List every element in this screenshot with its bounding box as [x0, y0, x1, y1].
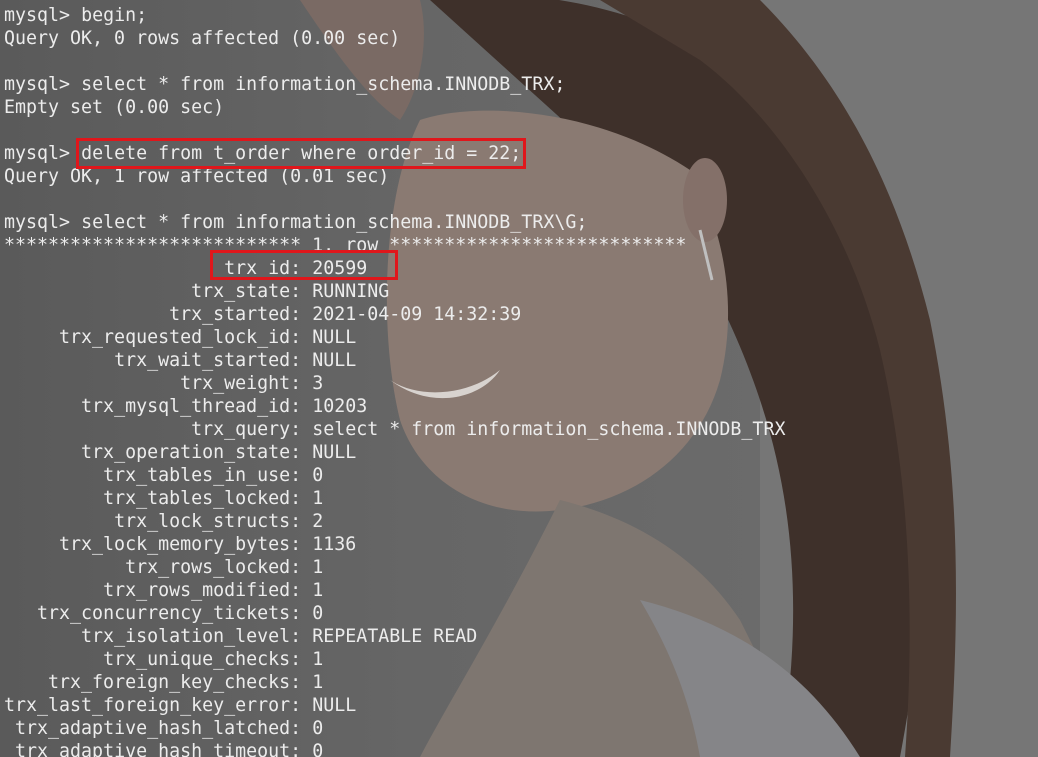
field-value: 1	[312, 649, 324, 670]
command-line: mysql> select * from information_schema.…	[4, 73, 785, 96]
field-key: trx_tables_in_use	[103, 465, 291, 486]
field-value: 3	[312, 373, 324, 394]
row-field: trx_state: RUNNING	[191, 281, 390, 302]
output-line: Query OK, 0 rows affected (0.00 sec)	[4, 28, 401, 49]
field-value: 0	[312, 465, 324, 486]
field-value: REPEATABLE READ	[312, 626, 478, 647]
field-key: trx_rows_modified	[103, 580, 291, 601]
field-value: NULL	[312, 442, 357, 463]
highlighted-command: delete from t_order where order_id = 22;	[76, 138, 527, 169]
terminal-window[interactable]: mysql> begin; Query OK, 0 rows affected (…	[0, 0, 1038, 757]
field-key: trx_wait_started	[114, 350, 291, 371]
row-field: trx_tables_in_use: 0	[103, 465, 324, 486]
command-line: mysql> begin;	[4, 4, 785, 27]
row-field: trx_isolation_level: REPEATABLE READ	[81, 626, 478, 647]
field-value: 1	[312, 557, 324, 578]
field-value: 1	[312, 488, 324, 509]
field-key: trx_query	[191, 419, 291, 440]
field-key: trx_started	[169, 304, 291, 325]
field-key: trx_last_foreign_key_error	[4, 695, 291, 716]
field-value: 0	[312, 718, 324, 739]
output-line: Empty set (0.00 sec)	[4, 97, 225, 118]
field-key: trx_tables_locked	[103, 488, 291, 509]
field-key: trx_adaptive_hash_latched	[15, 718, 291, 739]
field-key: trx_operation_state	[81, 442, 291, 463]
field-value: 1	[312, 580, 324, 601]
field-value: RUNNING	[312, 281, 390, 302]
row-field: trx_weight: 3	[180, 373, 324, 394]
row-field: trx_rows_locked: 1	[125, 557, 324, 578]
field-value: 2021-04-09 14:32:39	[312, 304, 522, 325]
row-field: trx_adaptive_hash_timeout: 0	[4, 740, 785, 757]
row-field: trx_foreign_key_checks: 1	[48, 672, 324, 693]
row-field: trx_rows_modified: 1	[103, 580, 324, 601]
field-value: select * from information_schema.INNODB_…	[312, 419, 786, 440]
field-value: 1	[312, 672, 324, 693]
field-value: 0	[312, 603, 324, 624]
row-field: trx_started: 2021-04-09 14:32:39	[169, 304, 522, 325]
field-key: trx_requested_lock_id	[59, 327, 291, 348]
output-line: Query OK, 1 row affected (0.01 sec)	[4, 166, 390, 187]
row-field: trx_last_foreign_key_error: NULL	[4, 695, 357, 716]
row-field: trx_adaptive_hash_latched: 0	[15, 718, 324, 739]
mysql-prompt: mysql>	[4, 212, 71, 233]
field-key: trx_foreign_key_checks	[48, 672, 291, 693]
command-text: select * from information_schema.INNODB_…	[81, 74, 566, 95]
field-key: trx_state	[191, 281, 291, 302]
field-value: 0	[312, 741, 324, 757]
terminal-output: mysql> begin; Query OK, 0 rows affected (…	[4, 4, 785, 757]
field-value: 1136	[312, 534, 357, 555]
field-key: trx_concurrency_tickets	[37, 603, 291, 624]
command-line: mysql> delete from t_order where order_i…	[4, 138, 785, 169]
trx-id-highlight-box	[210, 250, 398, 280]
row-field: trx_query: select * from information_sch…	[191, 419, 786, 440]
field-key: trx_unique_checks	[103, 649, 291, 670]
row-field: trx_lock_memory_bytes: 1136	[59, 534, 357, 555]
row-field: trx_mysql_thread_id: 10203	[81, 396, 368, 417]
field-key: trx_adaptive_hash_timeout	[15, 741, 291, 757]
command-line: mysql> select * from information_schema.…	[4, 211, 785, 234]
row-field: trx_unique_checks: 1	[103, 649, 324, 670]
field-key: trx_lock_structs	[114, 511, 291, 532]
row-field: trx_operation_state: NULL	[81, 442, 357, 463]
mysql-prompt: mysql>	[4, 143, 71, 164]
row-field: trx_lock_structs: 2	[114, 511, 324, 532]
field-value: 10203	[312, 396, 368, 417]
command-text: select * from information_schema.INNODB_…	[81, 212, 588, 233]
mysql-prompt: mysql>	[4, 5, 71, 26]
command-text: begin;	[81, 5, 148, 26]
field-key: trx_rows_locked	[125, 557, 291, 578]
field-value: 2	[312, 511, 324, 532]
field-value: NULL	[312, 350, 357, 371]
field-key: trx_lock_memory_bytes	[59, 534, 291, 555]
field-key: trx_weight	[180, 373, 291, 394]
field-key: trx_isolation_level	[81, 626, 291, 647]
row-field: trx_wait_started: NULL	[114, 350, 357, 371]
field-value: NULL	[312, 327, 357, 348]
row-field: trx_requested_lock_id: NULL	[59, 327, 357, 348]
field-key: trx_mysql_thread_id	[81, 396, 291, 417]
field-value: NULL	[312, 695, 357, 716]
row-field: trx_concurrency_tickets: 0	[37, 603, 324, 624]
mysql-prompt: mysql>	[4, 74, 71, 95]
row-field: trx_tables_locked: 1	[103, 488, 324, 509]
